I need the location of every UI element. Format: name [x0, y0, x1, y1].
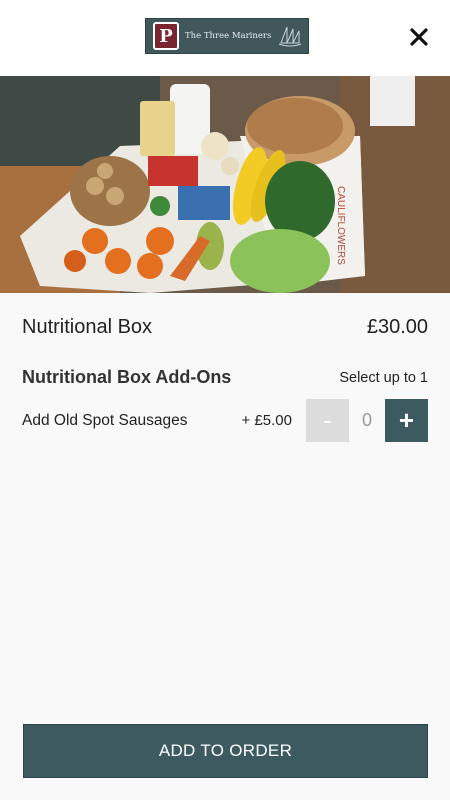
- addon-option-price: + £5.00: [241, 412, 292, 429]
- product-summary: Nutritional Box £30.00: [22, 316, 428, 339]
- decrease-quantity-button[interactable]: -: [306, 399, 349, 442]
- addon-option-row: Add Old Spot Sausages + £5.00 - 0 +: [22, 399, 428, 442]
- product-price: £30.00: [366, 316, 428, 338]
- logo-text: The Three Mariners: [185, 31, 272, 41]
- close-button[interactable]: [410, 28, 428, 46]
- increase-quantity-button[interactable]: +: [385, 399, 428, 442]
- logo-badge-icon: P: [153, 22, 179, 50]
- restaurant-logo: P The Three Mariners: [145, 18, 309, 54]
- add-to-order-button[interactable]: ADD TO ORDER: [23, 724, 428, 778]
- sailboats-icon: [279, 26, 302, 47]
- addons-title: Nutritional Box Add-Ons: [22, 367, 232, 387]
- product-image: CAULIFLOWERS: [0, 76, 450, 293]
- addon-option-name: Add Old Spot Sausages: [22, 411, 188, 429]
- addons-header: Nutritional Box Add-Ons Select up to 1: [22, 367, 428, 388]
- addons-selection-hint: Select up to 1: [339, 369, 428, 386]
- addon-quantity-value: 0: [361, 410, 372, 430]
- header: P The Three Mariners: [0, 0, 450, 76]
- box-print-text: CAULIFLOWERS: [335, 186, 346, 265]
- close-icon: [410, 28, 428, 46]
- product-name: Nutritional Box: [22, 316, 153, 338]
